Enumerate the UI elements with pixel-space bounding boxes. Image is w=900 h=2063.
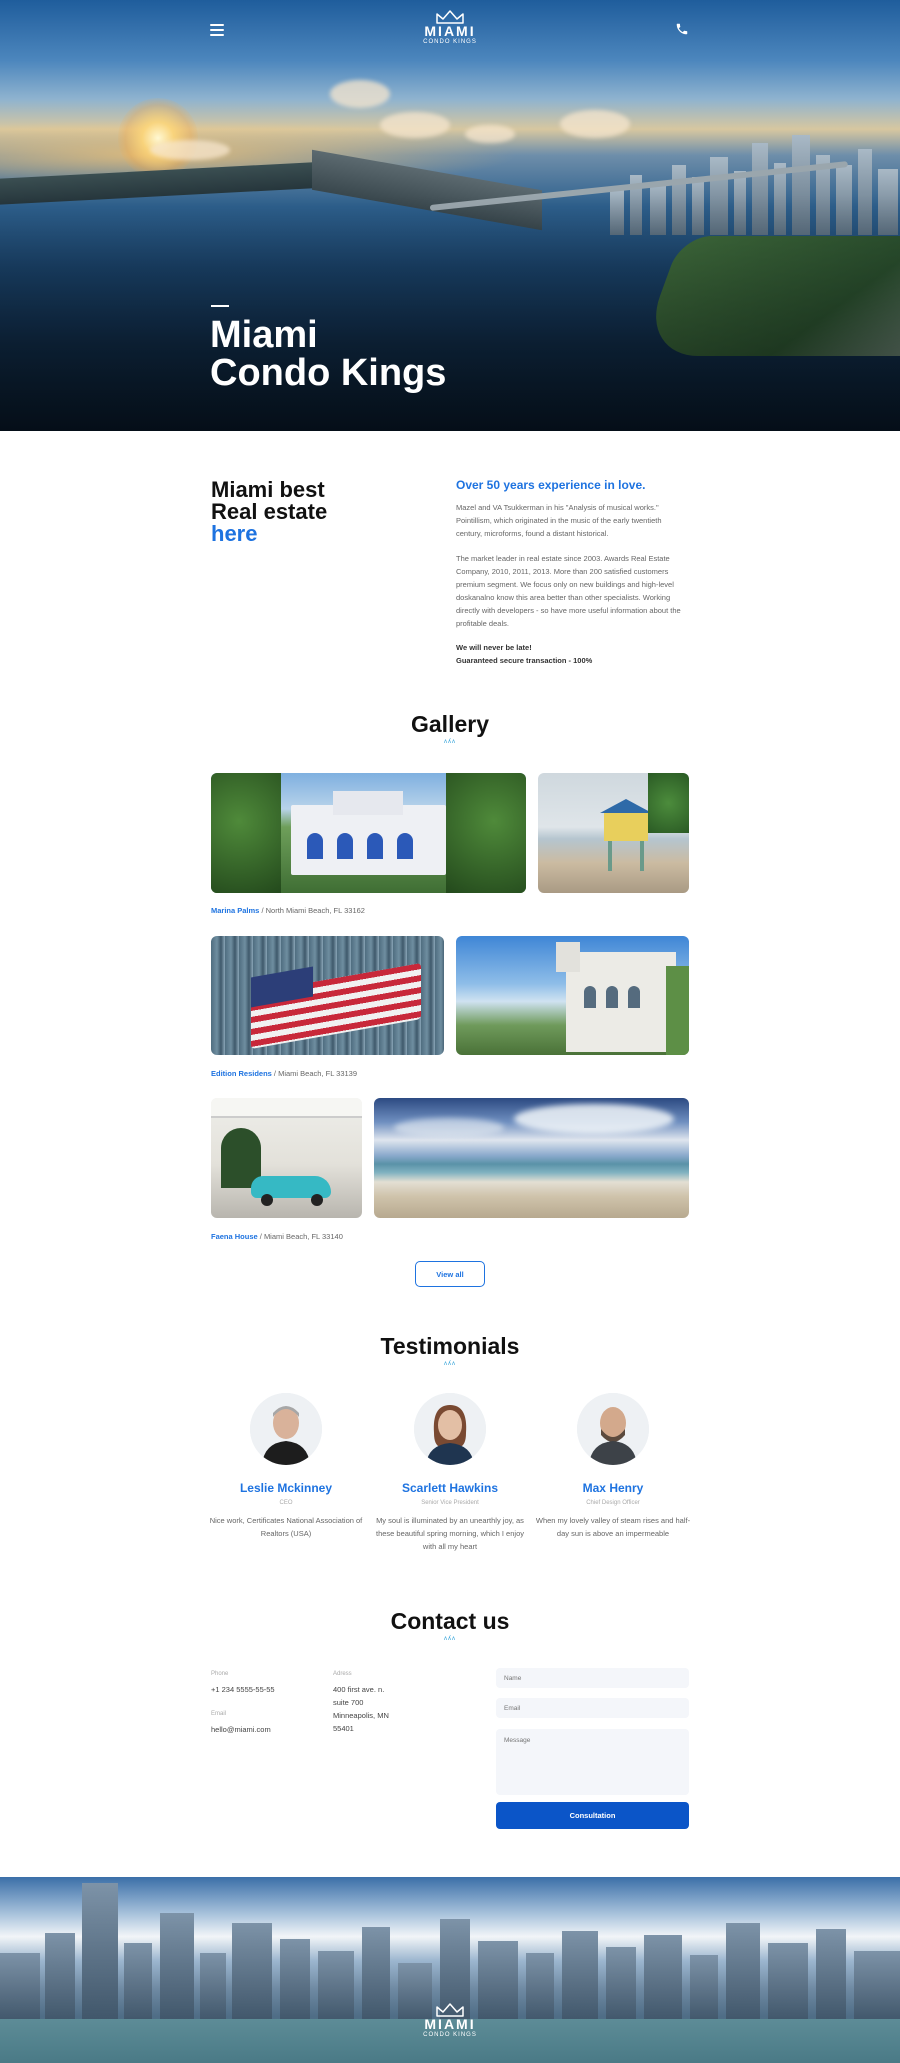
testimonial-card: Max Henry Chief Design Officer When my l… xyxy=(533,1393,693,1540)
footer-logo[interactable]: MIAMI CONDO KINGS xyxy=(410,2003,490,2043)
testimonial-text: When my lovely valley of steam rises and… xyxy=(535,1516,691,1538)
email-input[interactable] xyxy=(496,1698,689,1718)
testimonial-card: Scarlett Hawkins Senior Vice President M… xyxy=(370,1393,530,1553)
gallery-photo-flag[interactable] xyxy=(211,936,444,1055)
hero-title: Miami Condo Kings xyxy=(210,316,610,392)
about-bold-line-1: We will never be late! xyxy=(456,643,532,652)
email-label: Email xyxy=(211,1711,227,1717)
footer: MIAMI CONDO KINGS xyxy=(0,1877,900,2063)
phone-value[interactable]: +1 234 5555-55-55 xyxy=(211,1683,275,1696)
testimonial-text: Nice work, Certificates National Associa… xyxy=(209,1516,363,1538)
about-bold-line-2: Guaranteed secure transaction - 100% xyxy=(456,656,593,665)
crown-icon xyxy=(436,2003,464,2017)
caption-place-link[interactable]: Faena House xyxy=(211,1232,258,1241)
about-paragraph-2: The market leader in real estate since 2… xyxy=(456,554,681,628)
consultation-button[interactable]: Consultation xyxy=(496,1802,689,1829)
phone-icon[interactable] xyxy=(675,22,691,38)
testimonial-role: Chief Design Officer xyxy=(586,1500,640,1506)
phone-label: Phone xyxy=(211,1671,229,1677)
view-all-button[interactable]: View all xyxy=(415,1261,485,1287)
crown-icon xyxy=(436,10,464,24)
caption-address: / North Miami Beach, FL 33162 xyxy=(259,906,365,915)
address-label: Adress xyxy=(333,1671,352,1677)
gallery-caption-3: Faena House / Miami Beach, FL 33140 xyxy=(211,1232,343,1241)
name-input[interactable] xyxy=(496,1668,689,1688)
gallery-caption-2: Edition Residens / Miami Beach, FL 33139 xyxy=(211,1069,357,1078)
address-line-4: 55401 xyxy=(333,1724,354,1733)
gallery-mark: ʌʎʌ xyxy=(444,739,456,745)
hero-dash xyxy=(211,305,229,307)
gallery-photo-classic-car[interactable] xyxy=(211,1098,362,1218)
logo-text: MIAMI xyxy=(424,2016,476,2032)
testimonial-name: Max Henry xyxy=(582,1481,644,1495)
logo-text: MIAMI xyxy=(424,23,476,39)
testimonial-role: Senior Vice President xyxy=(421,1500,479,1506)
testimonial-role: CEO xyxy=(279,1500,293,1506)
gallery-title: Gallery xyxy=(411,711,489,737)
contact-title: Contact us xyxy=(390,1608,510,1634)
message-textarea[interactable] xyxy=(496,1729,689,1795)
gallery-photo-beach[interactable] xyxy=(374,1098,689,1218)
testimonial-name: Leslie Mckinney xyxy=(239,1481,333,1495)
contact-mark: ʌʎʌ xyxy=(444,1636,456,1642)
caption-address: / Miami Beach, FL 33140 xyxy=(257,1232,343,1241)
caption-place-link[interactable]: Marina Palms xyxy=(211,906,259,915)
hero-title-line1: Miami xyxy=(210,314,318,356)
about-heading-accent: here xyxy=(211,521,258,546)
caption-place-link[interactable]: Edition Residens xyxy=(211,1069,272,1078)
avatar xyxy=(414,1393,486,1465)
testimonial-text: My soul is illuminated by an unearthly j… xyxy=(375,1516,524,1551)
header-logo[interactable]: MIAMI CONDO KINGS xyxy=(410,10,490,50)
about-subheading: Over 50 years experience in love. xyxy=(456,478,646,492)
testimonials-title: Testimonials xyxy=(380,1333,520,1359)
gallery-caption-1: Marina Palms / North Miami Beach, FL 331… xyxy=(211,906,365,915)
logo-subtext: CONDO KINGS xyxy=(423,39,477,45)
avatar xyxy=(250,1393,322,1465)
address-line-2: suite 700 xyxy=(333,1698,364,1707)
logo-subtext: CONDO KINGS xyxy=(423,2032,477,2038)
testimonial-name: Scarlett Hawkins xyxy=(401,1481,499,1495)
hero-title-line2: Condo Kings xyxy=(210,352,447,394)
gallery-photo-villa[interactable] xyxy=(456,936,689,1055)
testimonial-card: Leslie Mckinney CEO Nice work, Certifica… xyxy=(206,1393,366,1540)
gallery-photo-mansion[interactable] xyxy=(211,773,526,893)
about-paragraph-1: Mazel and VA Tsukkerman in his "Analysis… xyxy=(456,503,662,538)
address-line-1: 400 first ave. n. xyxy=(333,1685,385,1694)
gallery-photo-lifeguard[interactable] xyxy=(538,773,689,893)
avatar xyxy=(577,1393,649,1465)
email-value[interactable]: hello@miami.com xyxy=(211,1723,271,1736)
address-value: 400 first ave. n. suite 700 Minneapolis,… xyxy=(333,1683,389,1735)
about-heading: Miami best Real estate here xyxy=(211,479,327,545)
caption-address: / Miami Beach, FL 33139 xyxy=(271,1069,358,1078)
address-line-3: Minneapolis, MN xyxy=(333,1711,389,1720)
hamburger-menu-icon[interactable] xyxy=(210,24,224,36)
testimonials-mark: ʌʎʌ xyxy=(444,1361,456,1367)
